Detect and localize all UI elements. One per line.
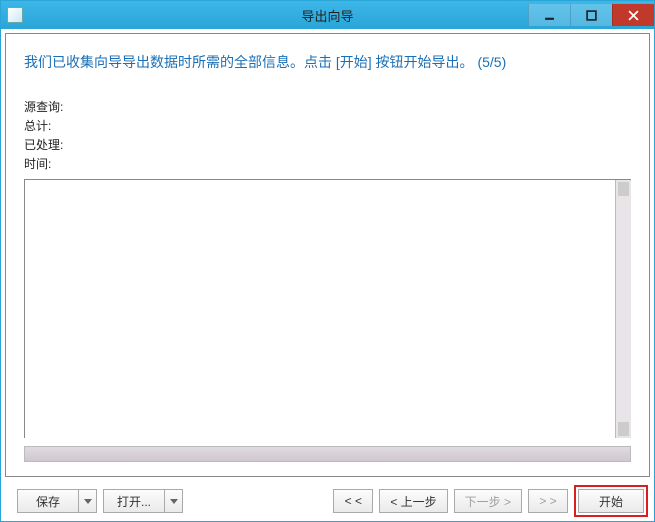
open-dropdown[interactable] — [165, 489, 183, 513]
instruction-text: 我们已收集向导导出数据时所需的全部信息。点击 [开始] 按钮开始导出。 (5/5… — [24, 52, 631, 73]
save-dropdown[interactable] — [79, 489, 97, 513]
source-query-label: 源查询: — [24, 98, 631, 115]
time-label: 时间: — [24, 155, 631, 172]
vertical-scrollbar[interactable] — [615, 180, 631, 438]
chevron-down-icon — [170, 499, 178, 504]
maximize-icon — [586, 10, 597, 21]
footer: 保存 打开... < < < 上一步 下一步 > > > 开始 — [1, 481, 654, 521]
open-button-group: 打开... — [103, 489, 183, 513]
close-button[interactable] — [612, 4, 654, 26]
window-controls — [528, 4, 654, 26]
minimize-icon — [544, 10, 555, 21]
next-button: 下一步 > — [454, 489, 522, 513]
first-button[interactable]: < < — [333, 489, 373, 513]
close-icon — [628, 10, 639, 21]
start-highlight: 开始 — [574, 485, 648, 517]
open-button[interactable]: 打开... — [103, 489, 165, 513]
window-title: 导出向导 — [301, 6, 353, 25]
export-wizard-window: 导出向导 我们已收集向导导出数据时所需的全部信息。点击 [开始] 按钮开始导出。… — [0, 0, 655, 522]
last-button: > > — [528, 489, 568, 513]
start-button[interactable]: 开始 — [578, 489, 644, 513]
total-label: 总计: — [24, 117, 631, 134]
save-button-group: 保存 — [17, 489, 97, 513]
log-output[interactable] — [24, 179, 631, 438]
titlebar: 导出向导 — [1, 1, 654, 29]
progress-bar — [24, 446, 631, 462]
content-panel: 我们已收集向导导出数据时所需的全部信息。点击 [开始] 按钮开始导出。 (5/5… — [5, 33, 650, 477]
minimize-button[interactable] — [528, 4, 570, 26]
prev-button[interactable]: < 上一步 — [379, 489, 447, 513]
save-button[interactable]: 保存 — [17, 489, 79, 513]
app-icon — [7, 7, 23, 23]
maximize-button[interactable] — [570, 4, 612, 26]
processed-label: 已处理: — [24, 136, 631, 153]
chevron-down-icon — [84, 499, 92, 504]
